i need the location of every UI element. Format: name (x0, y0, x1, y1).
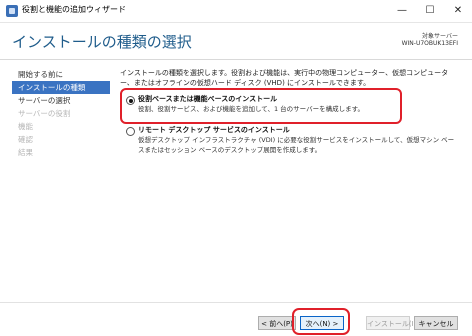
footer-divider (0, 302, 472, 303)
radio-remote-desktop[interactable] (126, 127, 135, 136)
wizard-nav: 開始する前に インストールの種類 サーバーの選択 サーバーの役割 機能 確認 結… (12, 68, 110, 159)
minimize-icon[interactable]: — (390, 1, 414, 21)
option-remote-desktop-description: 仮想デスクトップ インフラストラクチャ (VDI) に必要な役割サービスをインス… (138, 136, 455, 154)
prev-button[interactable]: < 前へ(P) (258, 316, 296, 330)
nav-item-before-you-begin[interactable]: 開始する前に (12, 68, 110, 81)
nav-item-server-selection[interactable]: サーバーの選択 (12, 94, 110, 107)
window-title: 役割と機能の追加ウィザード (22, 5, 126, 14)
main-content: インストールの種類を選択します。役割および機能は、実行中の物理コンピューター、仮… (120, 68, 460, 88)
nav-item-results: 結果 (18, 148, 33, 157)
nav-item-features: 機能 (18, 122, 33, 131)
intro-text: インストールの種類を選択します。役割および機能は、実行中の物理コンピューター、仮… (120, 69, 449, 87)
server-manager-icon (6, 5, 18, 17)
title-bar: 役割と機能の追加ウィザード — ☐ ✕ (0, 0, 472, 23)
page-title: インストールの種類の選択 (12, 33, 192, 51)
install-button: インストール(I) (366, 316, 416, 330)
cancel-button[interactable]: キャンセル (414, 316, 458, 330)
close-icon[interactable]: ✕ (446, 1, 470, 21)
option-remote-desktop[interactable]: リモート デスクトップ サービスのインストール 仮想デスクトップ インフラストラ… (120, 125, 460, 155)
wizard-header: インストールの種類の選択 対象サーバー WIN-U7OBUK13EFI (0, 23, 472, 60)
highlight-box-option (120, 88, 402, 124)
nav-item-server-roles: サーバーの役割 (18, 109, 71, 118)
nav-item-installation-type[interactable]: インストールの種類 (12, 81, 110, 94)
option-remote-desktop-label: リモート デスクトップ サービスのインストール (138, 126, 290, 134)
maximize-icon[interactable]: ☐ (418, 1, 442, 21)
highlight-box-next (292, 308, 350, 335)
destination-server-name: WIN-U7OBUK13EFI (401, 40, 458, 47)
nav-item-confirmation: 確認 (18, 135, 33, 144)
destination-server-label: 対象サーバー (422, 33, 458, 40)
